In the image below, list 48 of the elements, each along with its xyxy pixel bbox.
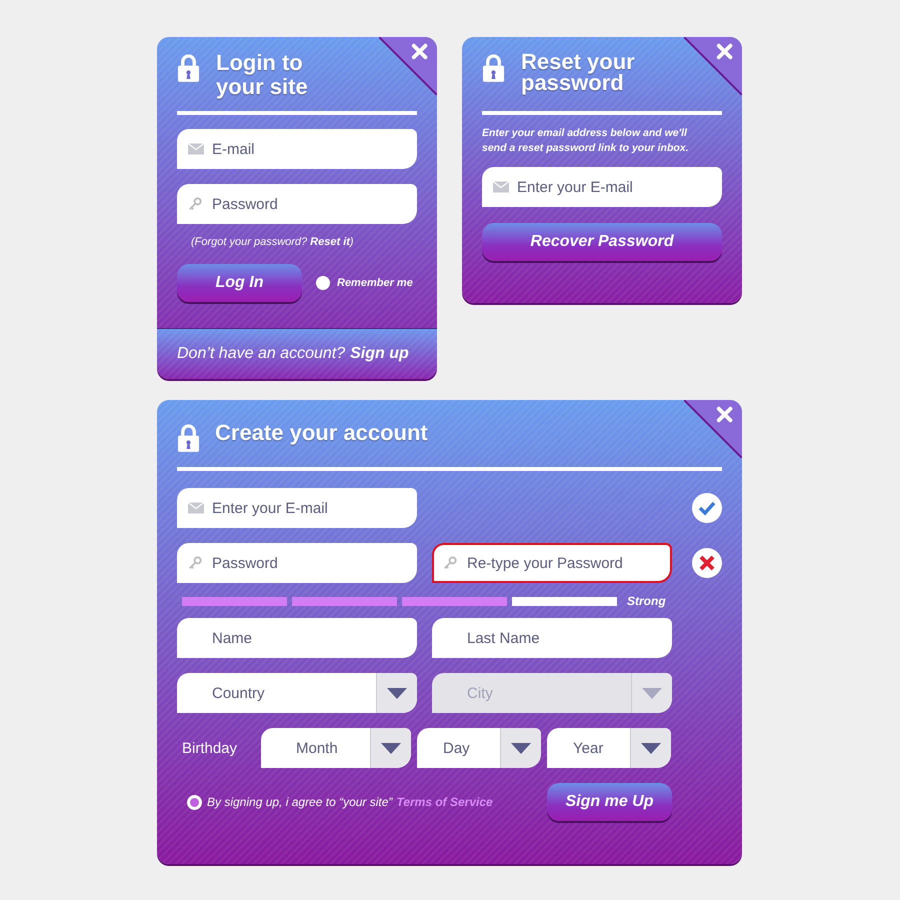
caret-icon [511,742,531,754]
birthday-dropdown[interactable]: Day [417,728,541,768]
lock-icon [177,53,200,82]
birthday-dropdown[interactable]: Month [261,728,411,768]
signup-prompt: Don’t have an account? [177,345,346,363]
remember-radio[interactable] [316,276,330,290]
reset-link[interactable]: Reset it [310,236,350,248]
terms-radio[interactable] [187,794,202,810]
login-button[interactable]: Log In [177,264,302,302]
forgot-text: (Forgot your password? [191,236,308,248]
card-title: Reset your password [521,51,636,93]
close-button[interactable] [684,37,742,95]
email-field[interactable]: E-mail [177,129,417,169]
email-field[interactable]: Enter your E-mail [482,167,722,207]
envelope-icon [188,502,204,514]
strength-label: Strong [627,594,666,608]
name-field[interactable]: Last Name [432,618,672,658]
close-button[interactable] [684,400,742,458]
key-icon [443,556,457,570]
recover-button[interactable]: Recover Password [482,223,722,261]
card-title: Create your account [215,421,428,445]
birthday-label: Birthday [181,740,238,756]
terms-link[interactable]: Terms of Service [396,795,493,809]
password-field[interactable]: Password [177,543,417,583]
name-field[interactable]: Name [177,618,417,658]
remember-label: Remember me [337,277,413,289]
password-field[interactable]: Password [177,184,417,224]
email-field[interactable]: Enter your E-mail [177,488,417,528]
location-dropdown[interactable]: Country [177,673,417,713]
envelope-icon [188,143,204,155]
terms-text: By signing up, i agree to “your site” [207,795,392,809]
key-icon [188,197,202,211]
caret-icon [387,688,407,698]
signup-link[interactable]: Sign up [350,345,409,363]
caret-icon [642,688,662,698]
password-field[interactable]: Re-type your Password [432,543,672,583]
birthday-dropdown[interactable]: Year [547,728,671,768]
forgot-text: ) [350,236,354,248]
caret-icon [381,742,401,754]
close-button[interactable] [379,37,437,95]
caret-icon [641,742,661,754]
lock-icon [177,423,200,452]
reset-description: Enter your email address below and we'll send a reset password link to your inbox. [482,126,690,156]
key-icon [188,556,202,570]
card-title: Login to your site [216,51,309,99]
envelope-icon [493,181,509,193]
lock-icon [482,53,505,82]
signup-button[interactable]: Sign me Up [547,783,672,821]
